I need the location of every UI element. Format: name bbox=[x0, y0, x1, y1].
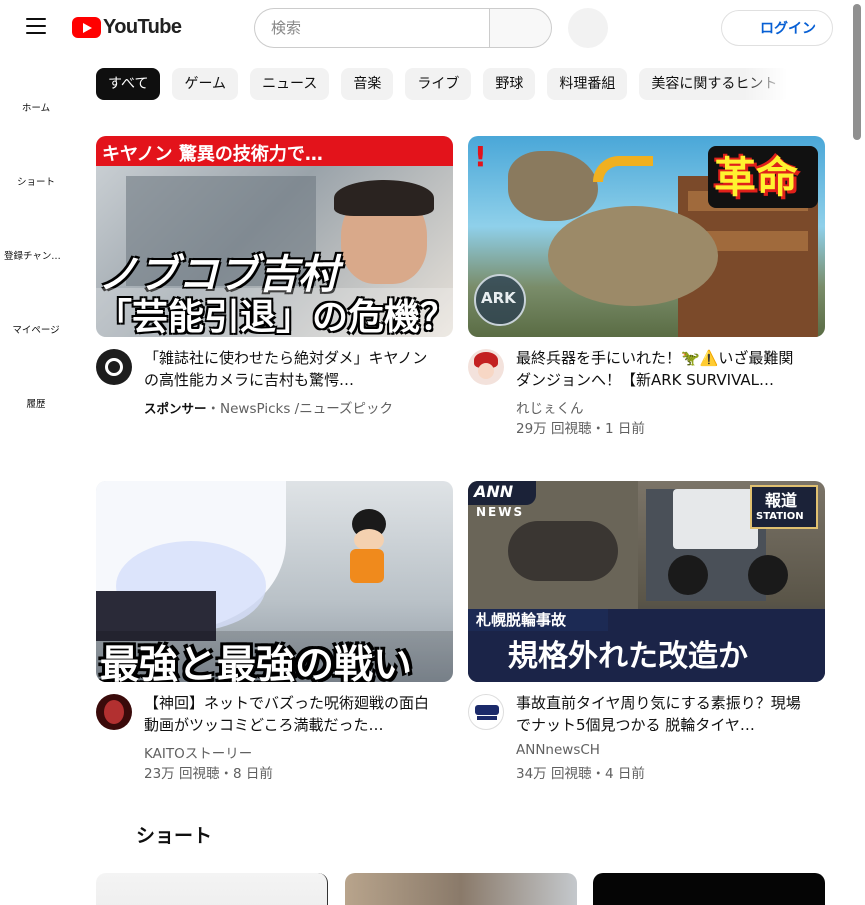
video-stats: 34万 回視聴・4 日前 bbox=[516, 766, 645, 782]
channel-name[interactable]: ・NewsPicks /ニューズピック bbox=[207, 401, 394, 417]
channel-avatar[interactable] bbox=[96, 694, 132, 730]
filter-chips: すべて ゲーム ニュース 音楽 ライブ 野球 料理番組 美容に関するヒント bbox=[96, 68, 786, 100]
sidebar-item-you[interactable]: マイページ bbox=[0, 278, 72, 352]
logo-text: YouTube bbox=[103, 16, 182, 38]
thumbnail-subtitle: 札幌脱輪事故 bbox=[476, 611, 567, 629]
sidebar-item-shorts[interactable]: ショート bbox=[0, 130, 72, 204]
history-icon bbox=[24, 366, 48, 390]
chip-music[interactable]: 音楽 bbox=[341, 68, 394, 100]
video-thumbnail[interactable]: キヤノン 驚異の技術力で… ノブコブ吉村 「芸能引退」の危機？ bbox=[96, 136, 453, 337]
voice-search-button[interactable] bbox=[568, 8, 608, 48]
station-logo-text: 報道 bbox=[765, 491, 798, 510]
channel-name[interactable]: KAITOストーリー bbox=[144, 742, 252, 762]
top-bar: YouTube ログイン bbox=[0, 0, 865, 56]
video-thumbnail[interactable]: 最強と最強の戦い bbox=[96, 481, 453, 682]
chip-gaming[interactable]: ゲーム bbox=[172, 68, 239, 100]
video-thumbnail[interactable]: ANN NEWS 報道 STATION 札幌脱輪事故 規格外れた改造か bbox=[468, 481, 825, 682]
video-title[interactable]: 事故直前タイヤ周り気にする素振り？現場でナット5個見つかる 脱輪タイヤ… bbox=[516, 692, 801, 736]
chip-news[interactable]: ニュース bbox=[250, 68, 330, 100]
channel-avatar[interactable] bbox=[468, 349, 504, 385]
channel-avatar[interactable] bbox=[96, 349, 132, 385]
video-channel-line: スポンサー・NewsPicks /ニューズピック bbox=[144, 397, 393, 417]
video-stats: 29万 回視聴・1 日前 bbox=[516, 421, 645, 437]
thumbnail-badge-text: 革命 bbox=[714, 153, 799, 202]
menu-icon[interactable] bbox=[24, 18, 48, 38]
short-thumbnail[interactable] bbox=[96, 873, 328, 905]
chip-live[interactable]: ライブ bbox=[405, 68, 472, 100]
short-thumbnail[interactable] bbox=[593, 873, 825, 905]
video-title[interactable]: 【神回】ネットでバズった呪術廻戦の面白動画がツッコミどころ満載だった… bbox=[144, 692, 429, 736]
user-icon bbox=[735, 20, 753, 38]
video-thumbnail[interactable]: 革命 ARK ! bbox=[468, 136, 825, 337]
ann-logo-text: ANN bbox=[474, 482, 514, 501]
video-stats: 23万 回視聴・8 日前 bbox=[144, 766, 273, 782]
short-thumbnail[interactable] bbox=[345, 873, 577, 905]
search-button[interactable] bbox=[489, 8, 552, 48]
sidebar-item-history[interactable]: 履歴 bbox=[0, 352, 72, 426]
sponsor-badge: スポンサー bbox=[144, 401, 207, 416]
video-title[interactable]: 「雑誌社に使わせたら絶対ダメ」キヤノンの高性能カメラに吉村も驚愕… bbox=[144, 347, 429, 391]
chips-fade bbox=[744, 68, 788, 100]
chip-cooking[interactable]: 料理番組 bbox=[547, 68, 628, 100]
station-logo-subtext: STATION bbox=[756, 511, 804, 522]
thumbnail-title-line2: 「芸能引退」の危機？ bbox=[96, 297, 453, 337]
thumbnail-caption: 最強と最強の戦い bbox=[100, 643, 413, 682]
channel-avatar[interactable] bbox=[468, 694, 504, 730]
login-button[interactable]: ログイン bbox=[721, 10, 833, 46]
channel-name[interactable]: れじぇくん bbox=[516, 397, 584, 417]
sidebar-item-home[interactable]: ホーム bbox=[0, 56, 72, 130]
video-title[interactable]: 最終兵器を手にいれた！🦖⚠️いざ最難関ダンジョンへ！【新ARK SURVIVAL… bbox=[516, 347, 801, 391]
sidebar-item-label: ホーム bbox=[21, 103, 51, 114]
sidebar-item-label: ショート bbox=[16, 177, 55, 188]
login-label: ログイン bbox=[760, 21, 816, 37]
warning-mark: ! bbox=[474, 140, 487, 173]
channel-name[interactable]: ANNnewsCH bbox=[516, 742, 600, 758]
sidebar-item-label: 登録チャンネル bbox=[4, 251, 71, 262]
sidebar-item-subscriptions[interactable]: 登録チャンネル bbox=[0, 204, 72, 278]
shorts-heading: ショート bbox=[136, 825, 213, 847]
chip-all[interactable]: すべて bbox=[96, 68, 161, 100]
thumbnail-ark-logo: ARK bbox=[481, 289, 516, 307]
search-input[interactable] bbox=[254, 8, 489, 48]
sidebar-item-label: マイページ bbox=[12, 325, 60, 336]
home-icon bbox=[24, 70, 48, 94]
search-bar bbox=[254, 8, 552, 48]
you-icon bbox=[24, 292, 48, 316]
subscriptions-icon bbox=[24, 218, 48, 242]
shorts-icon bbox=[98, 822, 122, 846]
thumbnail-caption: 規格外れた改造か bbox=[508, 639, 748, 674]
chip-baseball[interactable]: 野球 bbox=[483, 68, 536, 100]
thumbnail-banner-text: キヤノン 驚異の技術力で… bbox=[102, 144, 323, 165]
sidebar-item-label: 履歴 bbox=[26, 399, 46, 410]
shorts-icon bbox=[24, 144, 48, 168]
page-scrollbar[interactable] bbox=[853, 4, 861, 140]
youtube-play-icon bbox=[72, 17, 101, 38]
news-logo-text: NEWS bbox=[476, 505, 525, 519]
youtube-logo[interactable]: YouTube bbox=[72, 16, 182, 39]
